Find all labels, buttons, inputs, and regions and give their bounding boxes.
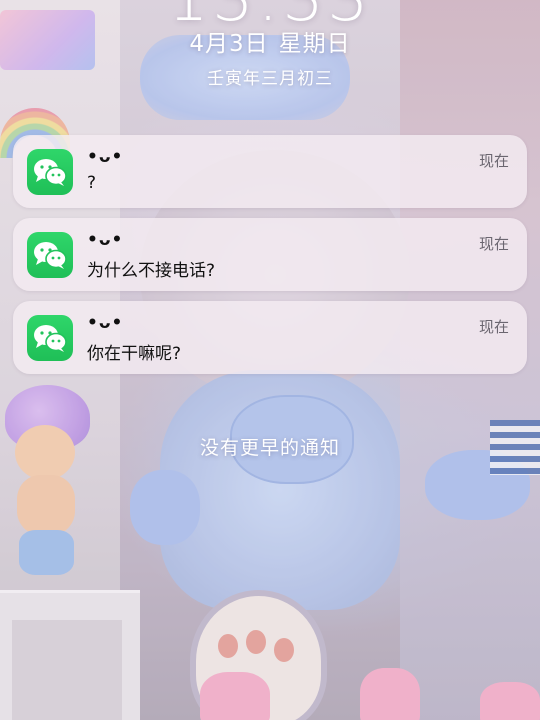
notification-time: 现在 — [478, 235, 509, 253]
date-weekday: 星期日 — [278, 31, 351, 57]
lunar-date: 壬寅年三月初三 — [207, 69, 333, 89]
notification-sender: •ᴗ• — [87, 230, 124, 250]
notification-card[interactable]: •ᴗ• 你在干嘛呢? 现在 — [13, 301, 527, 374]
notification-card[interactable]: •ᴗ• ? 现在 — [13, 135, 527, 208]
wechat-icon — [27, 149, 73, 195]
notification-card[interactable]: •ᴗ• 为什么不接电话? 现在 — [13, 218, 527, 291]
notification-message: 你在干嘛呢? — [87, 344, 182, 364]
wechat-icon — [27, 232, 73, 278]
lockscreen-date: 4月3日 星期日 — [0, 24, 540, 58]
notification-sender: •ᴗ• — [87, 147, 124, 167]
notification-sender: •ᴗ• — [87, 313, 124, 333]
date-month-day: 4月3日 — [189, 31, 269, 57]
notification-time: 现在 — [478, 318, 509, 336]
notification-time: 现在 — [478, 152, 509, 170]
lock-screen: 13:33 4月3日星期日 壬寅年三月初三 •ᴗ• ? 现在 — [0, 0, 540, 720]
wechat-icon — [27, 315, 73, 361]
notification-message: ? — [87, 173, 97, 193]
no-earlier-notifications-label: 没有更早的通知 — [199, 437, 340, 459]
notification-message: 为什么不接电话? — [87, 261, 216, 281]
